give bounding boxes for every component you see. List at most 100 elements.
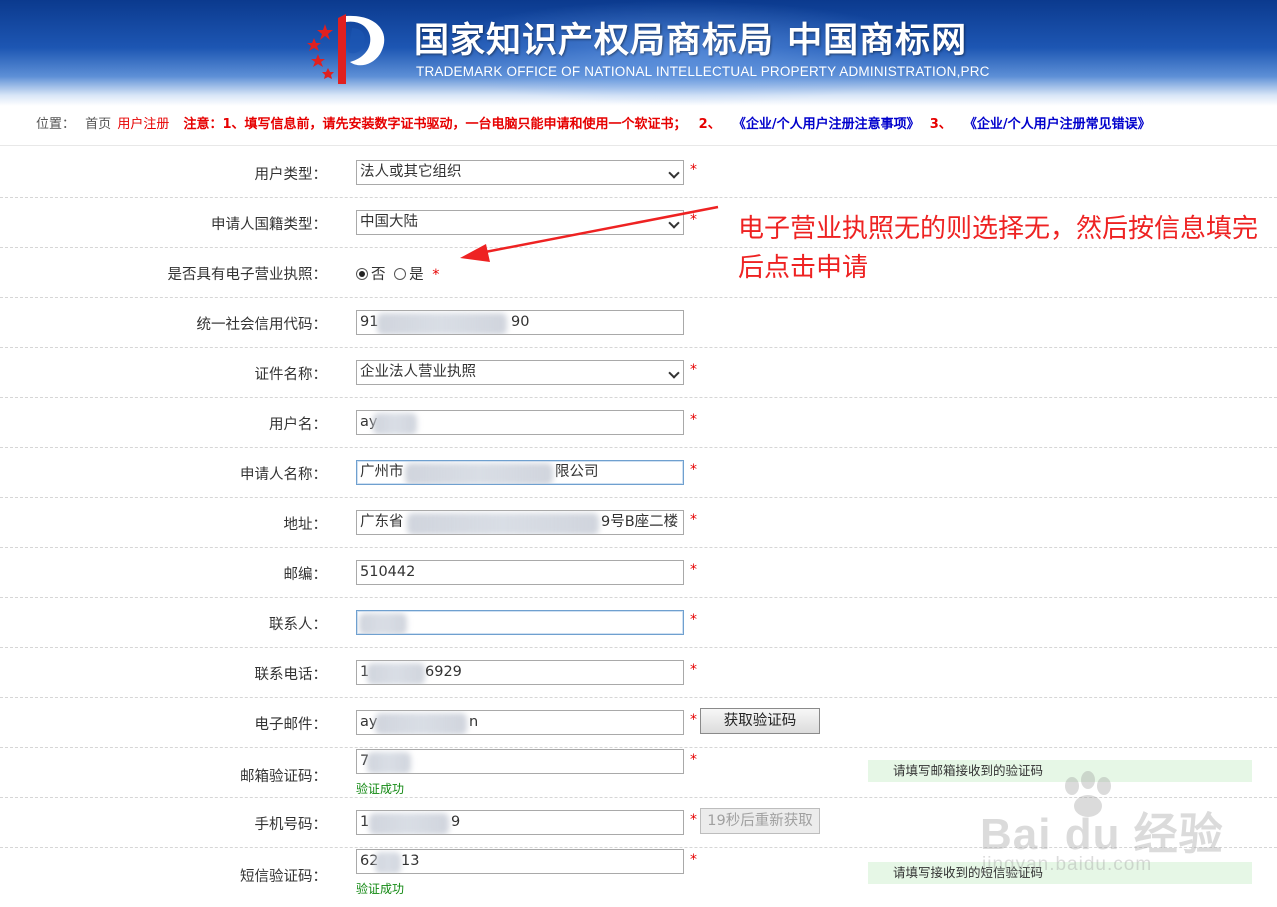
sms-code-hint: 请填写接收到的短信验证码 xyxy=(868,862,1252,884)
required-mark: * xyxy=(690,752,697,768)
e-license-radio-no[interactable] xyxy=(356,268,368,280)
cert-name-value: 企业法人营业执照 xyxy=(360,364,476,380)
form-row-postcode: 邮编： 510442 * xyxy=(0,548,1277,598)
required-mark: * xyxy=(690,852,697,868)
sms-code-success-text: 验证成功 xyxy=(356,882,405,896)
required-mark: * xyxy=(690,412,697,428)
redacted-blur xyxy=(359,613,407,634)
nationality-label: 申请人国籍类型： xyxy=(211,217,327,233)
phone-label: 联系电话： xyxy=(254,667,328,683)
required-mark: * xyxy=(690,662,697,678)
redacted-blur xyxy=(375,852,401,873)
address-label: 地址： xyxy=(283,517,328,533)
form-row-address: 地址： 广东省 9号B座二楼 * xyxy=(0,498,1277,548)
required-mark: * xyxy=(690,362,697,378)
contact-input[interactable] xyxy=(356,610,684,635)
cert-name-label: 证件名称： xyxy=(254,367,328,383)
email-code-hint: 请填写邮箱接收到的验证码 xyxy=(868,760,1252,782)
e-license-radio-yes[interactable] xyxy=(394,268,407,280)
site-subtitle: TRADEMARK OFFICE OF NATIONAL INTELLECTUA… xyxy=(416,64,990,79)
redacted-blur xyxy=(405,463,553,484)
get-email-code-button[interactable]: 获取验证码 xyxy=(700,708,820,734)
postcode-input[interactable]: 510442 xyxy=(356,560,684,585)
applicant-name-input[interactable]: 广州市 限公司 xyxy=(356,460,684,485)
required-mark: * xyxy=(432,267,440,283)
chevron-down-icon xyxy=(668,167,680,179)
user-type-value: 法人或其它组织 xyxy=(360,164,462,180)
form-row-sms-code: 短信验证码： 62 13 * 验证成功 请填写接收到的短信验证码 xyxy=(0,848,1277,898)
redacted-blur xyxy=(373,413,417,434)
notice-num-2: 2、 xyxy=(698,117,721,132)
mobile-input[interactable]: 1 9 xyxy=(356,810,684,835)
email-code-input[interactable]: 7 xyxy=(356,749,684,774)
resend-sms-countdown-button[interactable]: 19秒后重新获取 xyxy=(700,808,820,834)
site-title: 国家知识产权局商标局 中国商标网 xyxy=(414,20,968,61)
redacted-blur xyxy=(407,513,599,534)
notice-link-common-errors[interactable]: 《企业/个人用户注册常见错误》 xyxy=(964,117,1151,132)
nationality-value: 中国大陆 xyxy=(360,214,418,230)
required-mark: * xyxy=(690,812,697,828)
applicant-name-value-start: 广州市 xyxy=(360,464,404,480)
annotation-text: 电子营业执照无的则选择无，然后按信息填完后点击申请 xyxy=(738,214,1259,283)
phone-value-end: 6929 xyxy=(425,664,462,680)
form-row-username: 用户名： ay * xyxy=(0,398,1277,448)
redacted-blur xyxy=(369,813,449,834)
contact-label: 联系人： xyxy=(269,617,327,633)
required-mark: * xyxy=(690,462,697,478)
address-value-start: 广东省 xyxy=(360,514,404,530)
notice-text-1: 注意：1、填写信息前，请先安装数字证书驱动，一台电脑只能申请和使用一个软证书； xyxy=(183,117,687,132)
phone-input[interactable]: 1 6929 xyxy=(356,660,684,685)
cert-name-select[interactable]: 企业法人营业执照 xyxy=(356,360,684,385)
email-label: 电子邮件： xyxy=(254,717,328,733)
required-mark: * xyxy=(690,162,697,178)
breadcrumb: 位置： 首页 用户注册 注意：1、填写信息前，请先安装数字证书驱动，一台电脑只能… xyxy=(0,106,1277,146)
form-row-email-code: 邮箱验证码： 7 * 验证成功 请填写邮箱接收到的验证码 xyxy=(0,748,1277,798)
credit-code-label: 统一社会信用代码： xyxy=(196,317,328,333)
form-row-email: 电子邮件： ay n * 获取验证码 xyxy=(0,698,1277,748)
e-license-option-no: 否 xyxy=(371,267,386,283)
required-mark: * xyxy=(690,562,697,578)
form-row-phone: 联系电话： 1 6929 * xyxy=(0,648,1277,698)
sms-code-input[interactable]: 62 13 xyxy=(356,849,684,874)
sms-code-value-end: 13 xyxy=(401,853,420,869)
mobile-value-start: 1 xyxy=(360,814,370,830)
user-type-label: 用户类型： xyxy=(254,167,328,183)
form-row-user-type: 用户类型： 法人或其它组织 * xyxy=(0,148,1277,198)
required-mark: * xyxy=(690,612,697,628)
user-type-select[interactable]: 法人或其它组织 xyxy=(356,160,684,185)
username-input[interactable]: ay xyxy=(356,410,684,435)
nationality-select[interactable]: 中国大陆 xyxy=(356,210,684,235)
breadcrumb-home-link[interactable]: 首页 xyxy=(85,117,111,132)
postcode-value: 510442 xyxy=(360,564,416,580)
email-code-label: 邮箱验证码： xyxy=(240,769,327,785)
form-row-applicant-name: 申请人名称： 广州市 限公司 * xyxy=(0,448,1277,498)
applicant-name-value-end: 限公司 xyxy=(555,464,599,480)
breadcrumb-location-label: 位置： xyxy=(36,117,76,132)
redacted-blur xyxy=(367,663,425,684)
credit-code-value-end: 90 xyxy=(511,314,530,330)
sms-code-label: 短信验证码： xyxy=(240,869,327,885)
form-row-mobile: 手机号码： 1 9 * 19秒后重新获取 xyxy=(0,798,1277,848)
postcode-label: 邮编： xyxy=(283,567,328,583)
mobile-value-end: 9 xyxy=(451,814,461,830)
required-mark: * xyxy=(690,712,697,728)
email-input[interactable]: ay n xyxy=(356,710,684,735)
credit-code-value-start: 91 xyxy=(360,314,379,330)
email-code-success-text: 验证成功 xyxy=(356,782,405,796)
e-license-option-yes: 是 xyxy=(409,267,424,283)
address-input[interactable]: 广东省 9号B座二楼 xyxy=(356,510,684,535)
breadcrumb-current: 用户注册 xyxy=(117,117,170,132)
credit-code-input[interactable]: 91 90 xyxy=(356,310,684,335)
redacted-blur xyxy=(367,752,411,773)
email-value-end: n xyxy=(469,714,479,730)
e-license-radio-group: 否 是 * xyxy=(356,263,439,284)
site-banner: 国家知识产权局商标局 中国商标网 TRADEMARK OFFICE OF NAT… xyxy=(0,0,1277,106)
redacted-blur xyxy=(377,313,507,334)
required-mark: * xyxy=(690,512,697,528)
required-mark: * xyxy=(690,212,697,228)
form-row-cert-name: 证件名称： 企业法人营业执照 * xyxy=(0,348,1277,398)
mobile-label: 手机号码： xyxy=(254,817,328,833)
applicant-name-label: 申请人名称： xyxy=(240,467,327,483)
chevron-down-icon xyxy=(668,367,680,379)
notice-link-register-notes[interactable]: 《企业/个人用户注册注意事项》 xyxy=(733,117,920,132)
